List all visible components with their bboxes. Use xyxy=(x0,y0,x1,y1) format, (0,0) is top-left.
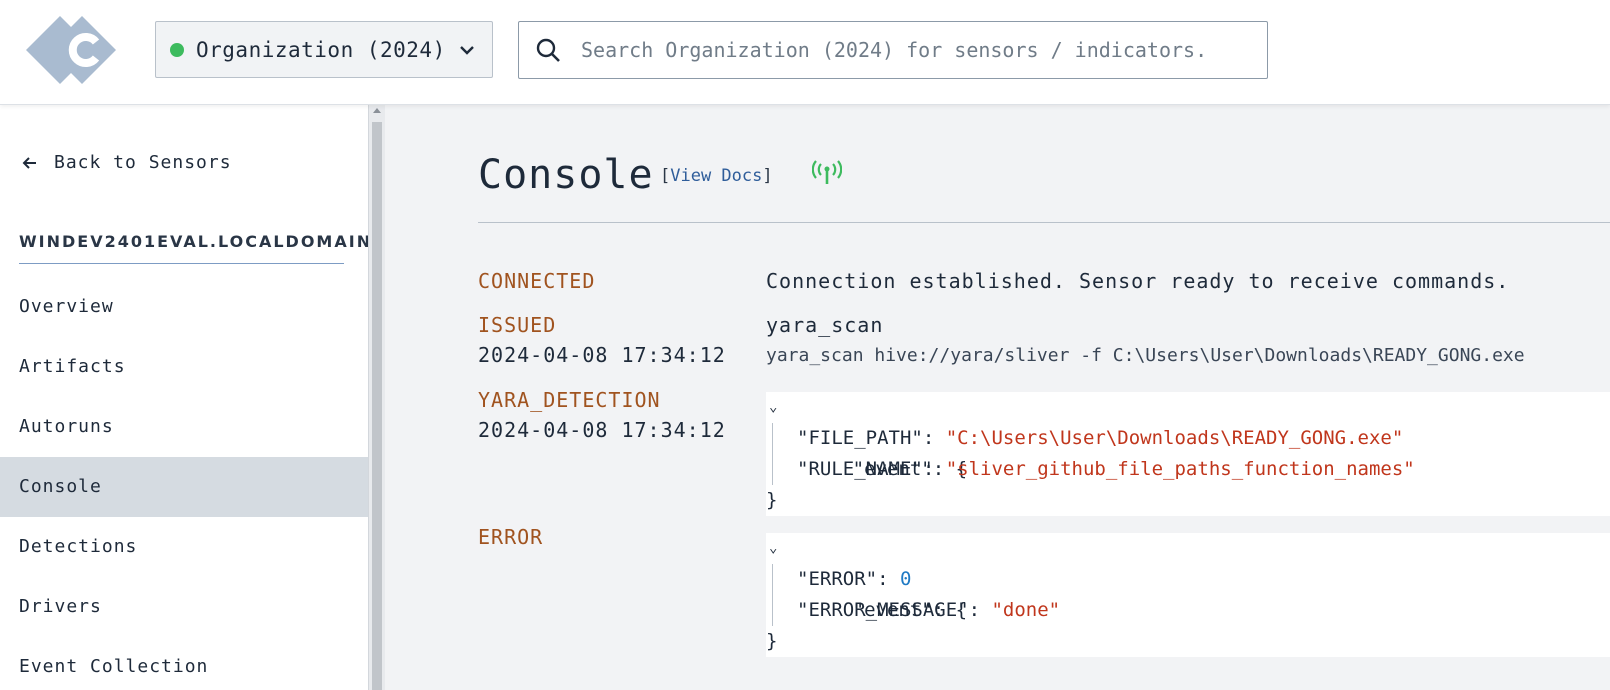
title-divider xyxy=(478,222,1610,223)
page-title: Console xyxy=(478,152,654,198)
docs-bracket-open: [ xyxy=(660,166,671,186)
json-value: 0 xyxy=(899,568,912,590)
org-selector[interactable]: Organization (2024) xyxy=(155,21,493,78)
scroll-thumb[interactable] xyxy=(372,122,382,690)
chevron-down-icon xyxy=(460,46,474,55)
json-close-brace: } xyxy=(766,489,778,511)
sidebar-scrollbar[interactable] xyxy=(368,104,385,690)
back-link-label: Back to Sensors xyxy=(54,152,232,173)
json-key: "ERROR": xyxy=(797,568,900,590)
yara-event-json: ⌄ "event": { "FILE_PATH": "C:\Users\User… xyxy=(766,392,1610,516)
sensor-hostname: WINDEV2401EVAL.LOCALDOMAIN xyxy=(19,232,368,264)
scroll-up-arrow[interactable] xyxy=(373,108,381,113)
sidebar-item-autoruns[interactable]: Autoruns xyxy=(0,397,368,457)
json-value: "C:\Users\User\Downloads\READY_GONG.exe" xyxy=(945,427,1404,449)
log-label-issued: ISSUED xyxy=(478,313,557,337)
error-event-json: ⌄ "event": { "ERROR": 0 "ERROR_MESSAGE":… xyxy=(766,533,1610,657)
sidebar-item-event-collection[interactable]: Event Collection xyxy=(0,637,368,690)
back-to-sensors-link[interactable]: Back to Sensors xyxy=(22,152,232,173)
issued-command: yara_scan xyxy=(766,313,884,337)
sidebar-item-overview[interactable]: Overview xyxy=(0,277,368,337)
view-docs-link[interactable]: View Docs xyxy=(670,166,762,186)
log-label-connected: CONNECTED xyxy=(478,269,596,293)
json-value: "sliver_github_file_paths_function_names… xyxy=(945,458,1415,480)
org-name: Organization (2024) xyxy=(196,37,446,62)
json-key: "FILE_PATH": xyxy=(797,427,946,449)
json-value: "done" xyxy=(991,599,1061,621)
top-bar: Organization (2024) xyxy=(0,0,1610,105)
sidebar-item-detections[interactable]: Detections xyxy=(0,517,368,577)
search-box[interactable] xyxy=(518,21,1268,79)
org-status-dot xyxy=(170,42,184,57)
collapse-toggle-icon[interactable]: ⌄ xyxy=(769,392,777,423)
issued-command-line: yara_scan hive://yara/sliver -f C:\Users… xyxy=(766,345,1525,366)
antenna-icon xyxy=(812,160,842,184)
limacharlie-logo[interactable] xyxy=(26,14,118,86)
json-field-row: "ERROR_MESSAGE": "done" xyxy=(797,595,1610,626)
json-close-brace: } xyxy=(766,630,778,652)
search-icon xyxy=(536,38,560,62)
json-key: "ERROR_MESSAGE": xyxy=(797,599,992,621)
json-field-row: "FILE_PATH": "C:\Users\User\Downloads\RE… xyxy=(797,423,1610,454)
log-message-connected: Connection established. Sensor ready to … xyxy=(766,269,1510,293)
log-label-error: ERROR xyxy=(478,525,544,549)
docs-bracket-close: ] xyxy=(762,166,773,186)
collapse-toggle-icon[interactable]: ⌄ xyxy=(769,533,777,564)
view-docs: [View Docs] xyxy=(660,166,773,186)
sidebar: Back to Sensors WINDEV2401EVAL.LOCALDOMA… xyxy=(0,104,368,690)
search-input[interactable] xyxy=(579,37,1267,63)
log-time-yara-detection: 2024-04-08 17:34:12 xyxy=(478,418,726,442)
arrow-left-icon xyxy=(22,156,36,169)
console-panel: Console [View Docs] CONNECTED Connection… xyxy=(385,104,1610,690)
json-key: "RULE_NAME": xyxy=(797,458,946,480)
sidebar-item-console[interactable]: Console xyxy=(0,457,368,517)
sidebar-item-drivers[interactable]: Drivers xyxy=(0,577,368,637)
log-label-yara-detection: YARA_DETECTION xyxy=(478,388,661,412)
json-field-row: "RULE_NAME": "sliver_github_file_paths_f… xyxy=(797,454,1610,485)
json-field-row: "ERROR": 0 xyxy=(797,564,1610,595)
log-time-issued: 2024-04-08 17:34:12 xyxy=(478,343,726,367)
sidebar-item-artifacts[interactable]: Artifacts xyxy=(0,337,368,397)
sensor-nav: Overview Artifacts Autoruns Console Dete… xyxy=(0,277,368,690)
